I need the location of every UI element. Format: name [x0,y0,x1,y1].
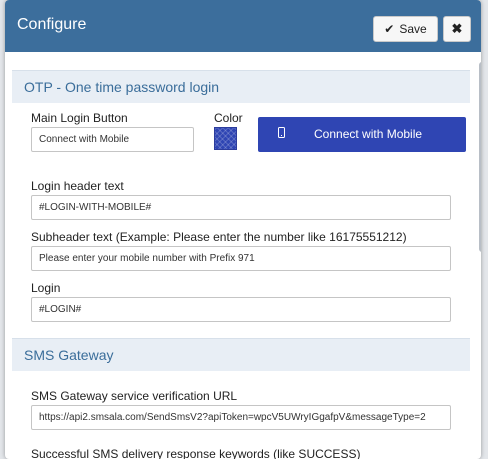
save-button-label: Save [399,22,427,36]
sms-gateway-section-title: SMS Gateway [24,347,114,363]
checkmark-icon: ✔ [384,22,395,36]
configure-dialog: Configure ✔ Save ✖ OTP - One time passwo… [5,0,481,459]
otp-section-title: OTP - One time password login [24,79,220,95]
sms-gateway-section-header: SMS Gateway [12,338,470,371]
subheader-input[interactable]: Please enter your mobile number with Pre… [31,246,451,271]
close-button[interactable]: ✖ [443,16,471,42]
dialog-scrollbar[interactable] [479,62,481,252]
login-header-label: Login header text [31,179,124,193]
verification-url-input[interactable]: https://api2.smsala.com/SendSmsV2?apiTok… [31,405,451,430]
connect-with-mobile-label: Connect with Mobile [314,127,423,141]
otp-section-header: OTP - One time password login [12,70,470,103]
subheader-label: Subheader text (Example: Please enter th… [31,230,407,244]
login-label: Login [31,281,61,295]
dialog-title: Configure [17,16,87,33]
close-icon: ✖ [451,21,463,36]
login-header-input[interactable]: #LOGIN-WITH-MOBILE# [31,195,451,220]
dialog-body: OTP - One time password login Main Login… [5,52,475,459]
mobile-phone-icon [278,127,285,138]
verification-url-label: SMS Gateway service verification URL [31,389,238,403]
main-login-button-input[interactable]: Connect with Mobile [31,127,194,152]
main-login-button-label: Main Login Button [31,111,128,125]
connect-with-mobile-preview-button[interactable]: Connect with Mobile [258,117,466,152]
dialog-header: Configure ✔ Save ✖ [5,0,481,52]
success-keywords-label: Successful SMS delivery response keyword… [31,447,361,459]
color-picker-swatch[interactable] [214,127,237,150]
login-input[interactable]: #LOGIN# [31,297,451,322]
color-label: Color [214,111,243,125]
save-button[interactable]: ✔ Save [373,16,438,42]
